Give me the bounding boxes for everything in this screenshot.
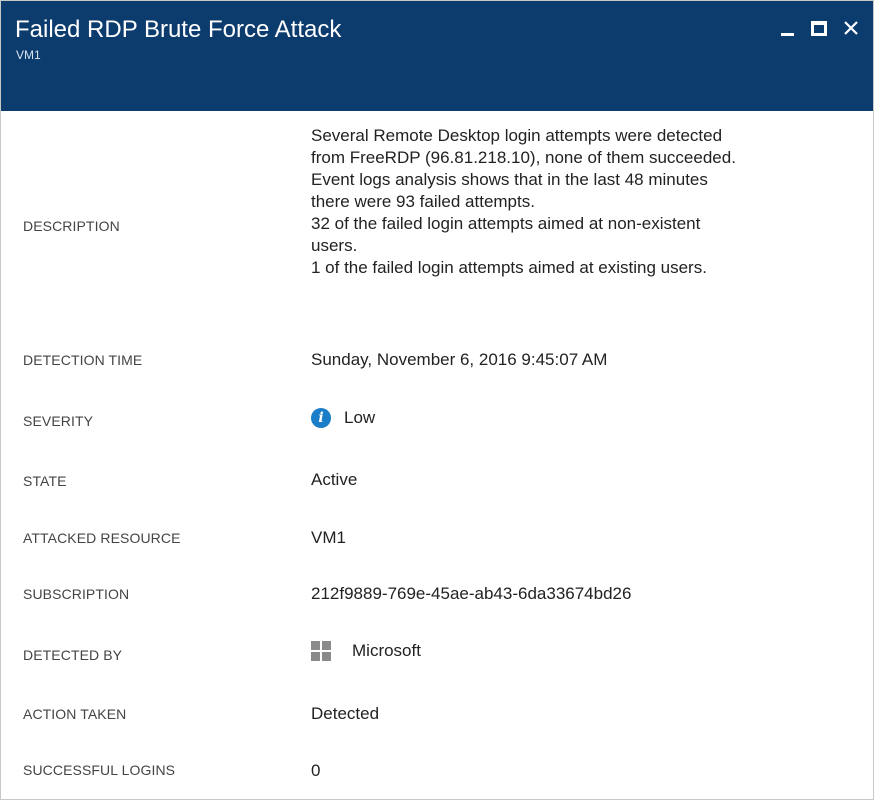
action-taken-row: ACTION TAKEN Detected bbox=[1, 683, 873, 741]
successful-logins-row: SUCCESSFUL LOGINS 0 bbox=[1, 741, 873, 799]
attacked-resource-value: VM1 bbox=[311, 528, 346, 547]
description-line: there were 93 failed attempts. bbox=[311, 192, 535, 211]
detection-time-label: DETECTION TIME bbox=[23, 352, 143, 368]
severity-value: i Low bbox=[311, 408, 375, 428]
state-label: STATE bbox=[23, 473, 67, 489]
detected-by-value: Microsoft bbox=[311, 641, 421, 661]
description-row: DESCRIPTION Several Remote Desktop login… bbox=[1, 111, 873, 331]
severity-text: Low bbox=[344, 408, 376, 427]
description-line: 32 of the failed login attempts aimed at… bbox=[311, 214, 701, 233]
blade-subtitle: VM1 bbox=[16, 48, 41, 62]
state-value: Active bbox=[311, 470, 358, 489]
close-button[interactable] bbox=[835, 13, 867, 43]
close-icon bbox=[844, 21, 858, 35]
subscription-label: SUBSCRIPTION bbox=[23, 586, 130, 602]
attacked-resource-label: ATTACKED RESOURCE bbox=[23, 530, 181, 546]
action-taken-value: Detected bbox=[311, 704, 380, 723]
detected-by-row: DETECTED BY Microsoft bbox=[1, 623, 873, 683]
description-value: Several Remote Desktop login attempts we… bbox=[311, 125, 851, 279]
windows-logo-icon bbox=[311, 641, 331, 661]
subscription-value: 212f9889-769e-45ae-ab43-6da33674bd26 bbox=[311, 584, 632, 603]
detection-time-row: DETECTION TIME Sunday, November 6, 2016 … bbox=[1, 331, 873, 389]
severity-label: SEVERITY bbox=[23, 413, 94, 429]
description-line: 1 of the failed login attempts aimed at … bbox=[311, 258, 707, 277]
action-taken-label: ACTION TAKEN bbox=[23, 706, 127, 722]
successful-logins-value: 0 bbox=[311, 761, 321, 780]
state-row: STATE Active bbox=[1, 449, 873, 507]
blade-header: Failed RDP Brute Force Attack VM1 bbox=[1, 1, 873, 111]
description-line: Several Remote Desktop login attempts we… bbox=[311, 126, 723, 145]
description-line: users. bbox=[311, 236, 358, 255]
subscription-row: SUBSCRIPTION 212f9889-769e-45ae-ab43-6da… bbox=[1, 565, 873, 623]
severity-row: SEVERITY i Low bbox=[1, 389, 873, 449]
successful-logins-label: SUCCESSFUL LOGINS bbox=[23, 762, 176, 778]
detected-by-text: Microsoft bbox=[352, 641, 421, 660]
description-label: DESCRIPTION bbox=[23, 218, 120, 234]
maximize-button[interactable] bbox=[803, 13, 835, 43]
minimize-icon bbox=[780, 32, 794, 36]
blade-title: Failed RDP Brute Force Attack bbox=[15, 16, 342, 43]
detection-time-value: Sunday, November 6, 2016 9:45:07 AM bbox=[311, 350, 608, 369]
detected-by-label: DETECTED BY bbox=[23, 647, 123, 663]
attacked-resource-row: ATTACKED RESOURCE VM1 bbox=[1, 507, 873, 565]
maximize-icon bbox=[811, 20, 827, 36]
description-line: Event logs analysis shows that in the la… bbox=[311, 170, 708, 189]
minimize-button[interactable] bbox=[771, 13, 803, 43]
description-line: from FreeRDP (96.81.218.10), none of the… bbox=[311, 148, 736, 167]
info-icon: i bbox=[311, 408, 331, 428]
alert-details-blade: Failed RDP Brute Force Attack VM1 DESCRI… bbox=[0, 0, 874, 800]
window-controls bbox=[771, 13, 867, 43]
